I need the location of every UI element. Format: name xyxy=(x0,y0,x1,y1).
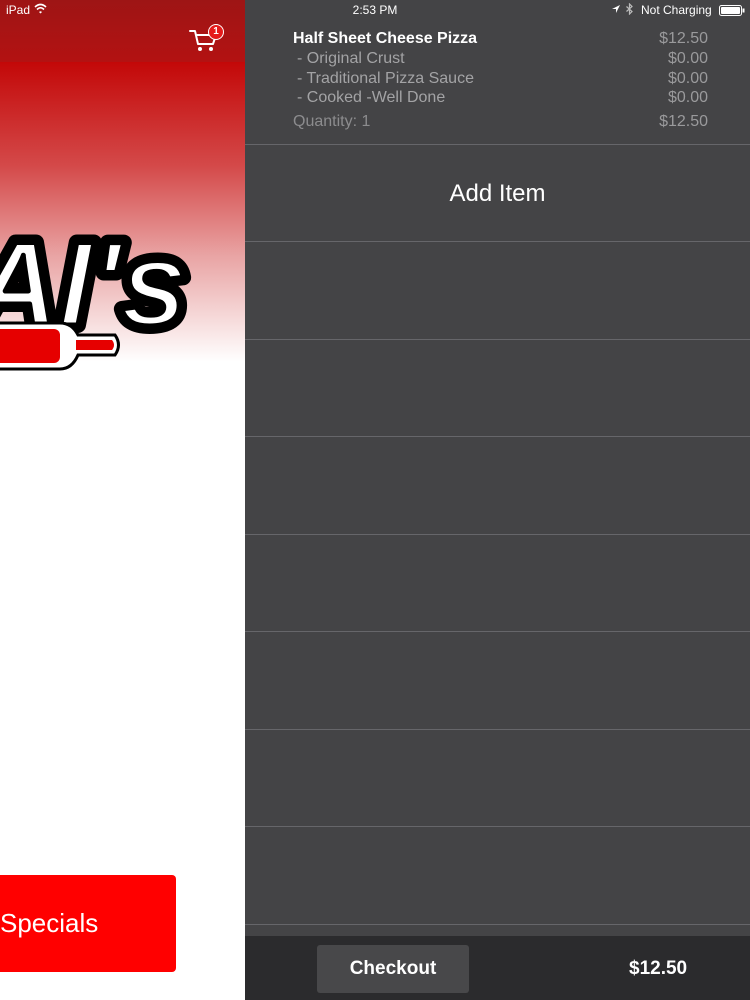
row-divider xyxy=(245,534,750,535)
cart-badge: 1 xyxy=(208,24,224,40)
modifier-price: $0.00 xyxy=(667,50,708,67)
item-price: $12.50 xyxy=(659,30,708,47)
order-total: $12.50 xyxy=(629,958,688,979)
row-divider xyxy=(245,826,750,827)
row-divider xyxy=(245,729,750,730)
row-divider xyxy=(245,631,750,632)
modifier-label: - Cooked -Well Done xyxy=(297,89,446,106)
quantity-label: Quantity: 1 xyxy=(293,113,371,130)
status-bar: iPad 2:53 PM Not Charging xyxy=(0,0,750,20)
specials-button[interactable]: Specials xyxy=(0,875,176,972)
row-divider xyxy=(245,241,750,242)
restaurant-logo: AI's AI's xyxy=(0,209,195,371)
modifier-label: - Original Crust xyxy=(297,50,405,67)
battery-status-text: Not Charging xyxy=(641,3,712,17)
line-total: $12.50 xyxy=(659,113,708,130)
row-divider xyxy=(245,436,750,437)
modifier-price: $0.00 xyxy=(667,70,708,87)
battery-icon xyxy=(719,5,745,16)
row-divider xyxy=(245,339,750,340)
status-time: 2:53 PM xyxy=(352,3,398,17)
checkout-bar: Checkout $12.50 xyxy=(245,936,750,1000)
item-name: Half Sheet Cheese Pizza xyxy=(293,30,478,47)
main-content: 1 AI's AI's Specials xyxy=(0,0,245,1000)
add-item-button[interactable]: Add Item xyxy=(245,145,750,242)
location-arrow-icon xyxy=(612,5,620,13)
row-divider xyxy=(245,924,750,925)
cart-panel: Half Sheet Cheese Pizza $12.50 - Origina… xyxy=(245,20,750,936)
bluetooth-icon xyxy=(626,3,633,15)
cart-line-item[interactable]: Half Sheet Cheese Pizza $12.50 - Origina… xyxy=(245,20,750,145)
modifier-label: - Traditional Pizza Sauce xyxy=(297,70,474,87)
modifier-price: $0.00 xyxy=(667,89,708,106)
checkout-button[interactable]: Checkout xyxy=(317,945,469,993)
